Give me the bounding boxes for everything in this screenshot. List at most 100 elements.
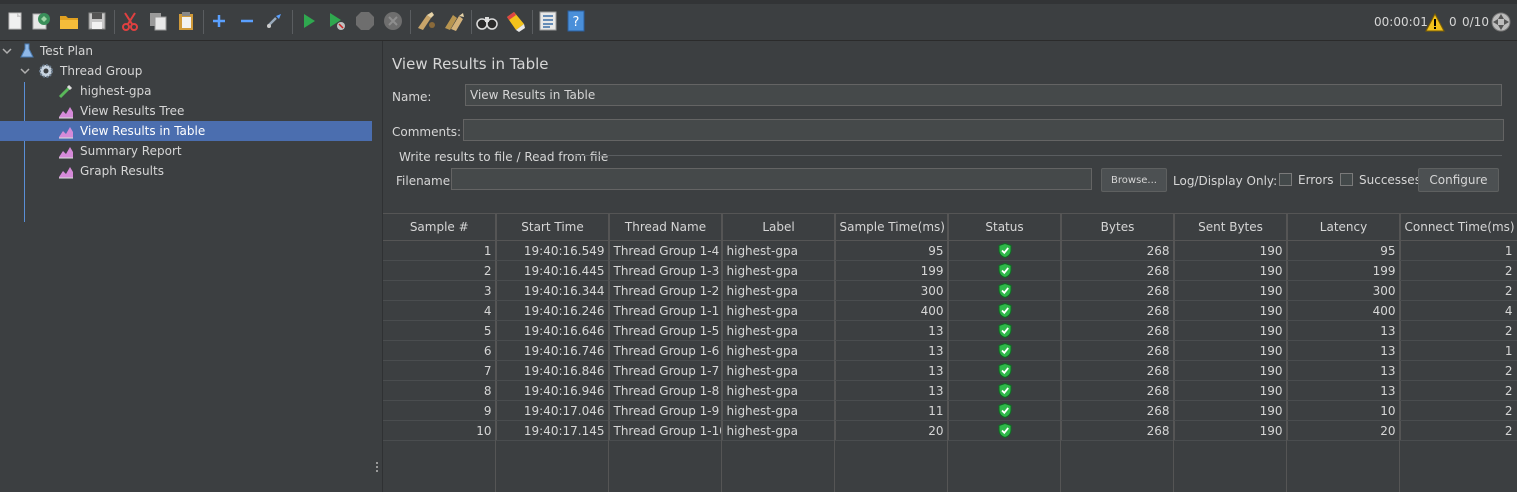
save-icon[interactable] [86, 10, 108, 32]
start-no-pause-icon[interactable] [326, 10, 348, 32]
new-icon[interactable] [4, 10, 26, 32]
paste-icon[interactable] [175, 10, 197, 32]
column-header[interactable]: Latency [1287, 213, 1401, 241]
elapsed-timer: 00:00:01 [1374, 15, 1428, 29]
table-row[interactable]: 2 19:40:16.445 Thread Group 1-3 highest-gpa… [383, 260, 1517, 281]
connect-time-cell: 2 [1400, 260, 1517, 281]
table-row[interactable]: 3 19:40:16.344 Thread Group 1-2 highest-gpa… [383, 280, 1517, 301]
connect-time-cell: 2 [1400, 400, 1517, 421]
tree-item-test-plan[interactable]: Test Plan [0, 41, 372, 61]
column-divider [608, 213, 609, 492]
tree-item-label: highest-gpa [80, 84, 152, 98]
expand-icon[interactable] [208, 10, 230, 32]
status-cell [948, 300, 1062, 321]
reset-search-icon[interactable] [504, 10, 526, 32]
stop-icon[interactable] [354, 10, 376, 32]
bytes-cell: 268 [1061, 240, 1175, 261]
collapse-icon[interactable] [236, 10, 258, 32]
column-header[interactable]: Sample # [383, 213, 497, 241]
tree-item-highest-gpa[interactable]: highest-gpa [0, 81, 372, 101]
status-cell [948, 260, 1062, 281]
chevron-down-icon[interactable] [2, 46, 12, 56]
sample-number-cell: 2 [383, 260, 497, 281]
search-icon[interactable] [476, 10, 498, 32]
clear-all-icon[interactable] [443, 10, 465, 32]
table-row[interactable]: 8 19:40:16.946 Thread Group 1-8 highest-gpa… [383, 380, 1517, 401]
browse-button[interactable]: Browse... [1101, 168, 1167, 192]
remote-engines-icon[interactable] [1490, 11, 1512, 33]
warning-icon[interactable] [1424, 11, 1446, 33]
sample-time-cell: 20 [835, 420, 949, 441]
table-row[interactable]: 1 19:40:16.549 Thread Group 1-4 highest-gpa… [383, 240, 1517, 261]
clear-icon[interactable] [415, 10, 437, 32]
column-header[interactable]: Start Time [496, 213, 610, 241]
tree-item-graph-results[interactable]: Graph Results [0, 161, 372, 181]
column-divider [721, 213, 722, 492]
sample-time-cell: 199 [835, 260, 949, 281]
column-header[interactable]: Connect Time(ms) [1400, 213, 1517, 241]
bytes-cell: 268 [1061, 340, 1175, 361]
split-pane-divider[interactable] [372, 41, 383, 492]
start-icon[interactable] [298, 10, 320, 32]
tree-item-label: View Results in Table [80, 124, 206, 138]
column-header[interactable]: Label [722, 213, 836, 241]
sample-time-cell: 13 [835, 360, 949, 381]
function-helper-icon[interactable] [537, 10, 559, 32]
sample-time-cell: 11 [835, 400, 949, 421]
chevron-down-icon[interactable] [20, 66, 30, 76]
help-icon[interactable]: ? [565, 10, 587, 32]
table-row[interactable]: 7 19:40:16.846 Thread Group 1-7 highest-gpa… [383, 360, 1517, 381]
shield-check-icon [998, 262, 1011, 279]
column-divider [1173, 213, 1174, 492]
latency-cell: 13 [1287, 380, 1401, 401]
shutdown-icon[interactable] [382, 10, 404, 32]
cut-icon[interactable] [119, 10, 141, 32]
table-row[interactable]: 5 19:40:16.646 Thread Group 1-5 highest-gpa… [383, 320, 1517, 341]
toggle-icon[interactable] [264, 10, 286, 32]
filename-field[interactable] [451, 168, 1092, 190]
label-cell: highest-gpa [722, 240, 836, 261]
name-field[interactable] [465, 84, 1502, 106]
gear-icon [39, 64, 53, 78]
errors-checkbox[interactable] [1279, 173, 1292, 186]
tree-item-view-results-in-table[interactable]: View Results in Table [0, 121, 372, 141]
column-header[interactable]: Bytes [1061, 213, 1175, 241]
sent-bytes-cell: 190 [1174, 340, 1288, 361]
connect-time-cell: 2 [1400, 380, 1517, 401]
label-cell: highest-gpa [722, 360, 836, 381]
table-row[interactable]: 9 19:40:17.046 Thread Group 1-9 highest-gpa… [383, 400, 1517, 421]
open-icon[interactable] [58, 10, 80, 32]
thread-name-cell: Thread Group 1-9 [609, 400, 723, 421]
copy-icon[interactable] [147, 10, 169, 32]
label-cell: highest-gpa [722, 300, 836, 321]
configure-button[interactable]: Configure [1418, 168, 1499, 192]
toolbar: ? 00:00:01 0 0/10 [0, 0, 1517, 41]
table-row[interactable]: 4 19:40:16.246 Thread Group 1-1 highest-gpa… [383, 300, 1517, 321]
column-header[interactable]: Thread Name [609, 213, 723, 241]
latency-cell: 300 [1287, 280, 1401, 301]
name-label: Name: [392, 90, 432, 104]
column-header[interactable]: Sample Time(ms) [835, 213, 949, 241]
comments-field[interactable] [463, 119, 1504, 141]
bytes-cell: 268 [1061, 280, 1175, 301]
start-time-cell: 19:40:16.246 [496, 300, 610, 321]
tree-item-label: Graph Results [80, 164, 164, 178]
tree-item-summary-report[interactable]: Summary Report [0, 141, 372, 161]
start-time-cell: 19:40:16.445 [496, 260, 610, 281]
sent-bytes-cell: 190 [1174, 360, 1288, 381]
tree-item-view-results-tree[interactable]: View Results Tree [0, 101, 372, 121]
tree-item-thread-group[interactable]: Thread Group [0, 61, 372, 81]
grip-dot [376, 462, 378, 464]
sample-number-cell: 3 [383, 280, 497, 301]
label-cell: highest-gpa [722, 340, 836, 361]
column-header[interactable]: Sent Bytes [1174, 213, 1288, 241]
successes-checkbox[interactable] [1340, 173, 1353, 186]
templates-icon[interactable] [30, 10, 52, 32]
tree-item-label: Summary Report [80, 144, 182, 158]
table-row[interactable]: 6 19:40:16.746 Thread Group 1-6 highest-gpa… [383, 340, 1517, 361]
shield-check-icon [998, 422, 1011, 439]
shield-check-icon [998, 242, 1011, 259]
column-header[interactable]: Status [948, 213, 1062, 241]
table-row[interactable]: 10 19:40:17.145 Thread Group 1-10 highest-g… [383, 420, 1517, 441]
warning-count: 0 [1449, 15, 1457, 29]
